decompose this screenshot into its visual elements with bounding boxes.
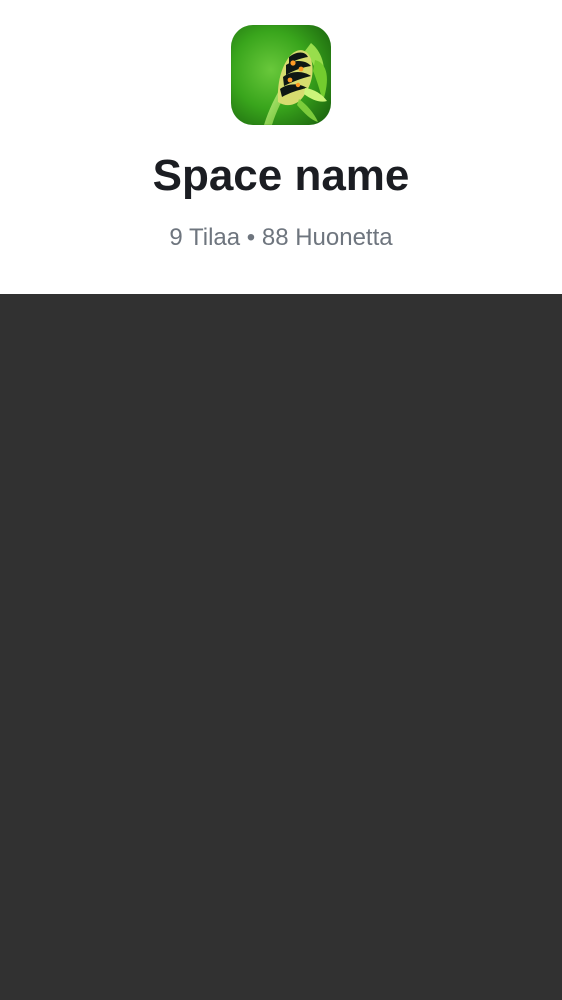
- space-name: Space name: [152, 151, 410, 200]
- dark-overlay: [0, 294, 562, 1000]
- space-avatar: [231, 25, 331, 125]
- space-header: Space name 9 Tilaa • 88 Huonetta: [0, 0, 562, 294]
- space-details-screen: Space name 9 Tilaa • 88 Huonetta: [0, 0, 562, 1000]
- space-stats: 9 Tilaa • 88 Huonetta: [169, 224, 393, 251]
- caterpillar-avatar-icon: [231, 25, 331, 125]
